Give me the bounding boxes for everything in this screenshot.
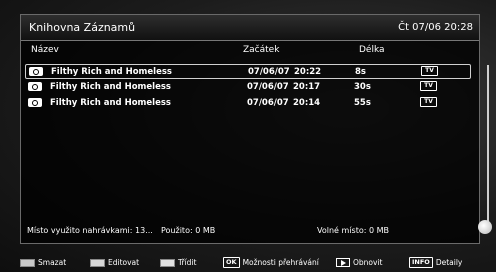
recording-row[interactable]: Filthy Rich and Homeless 07/06/07 20:17 … [25, 80, 471, 95]
edit-label: Editovat [108, 258, 140, 267]
refresh-label: Obnovit [353, 258, 383, 267]
eye-icon [29, 67, 43, 76]
date-time: Čt 07/06 20:28 [398, 22, 473, 33]
panel-title: Knihovna Záznamů [29, 21, 136, 34]
recording-row[interactable]: Filthy Rich and Homeless 07/06/07 20:14 … [25, 96, 471, 111]
column-header-length: Délka [359, 45, 385, 55]
white-key-icon [160, 258, 175, 267]
delete-label: Smazat [38, 258, 67, 267]
recording-date: 07/06/07 [247, 82, 289, 92]
details-button[interactable]: INFO Detaily [409, 257, 462, 268]
info-key-icon: INFO [409, 257, 433, 268]
ok-key-icon: OK [223, 257, 240, 268]
recording-name: Filthy Rich and Homeless [51, 67, 172, 77]
recording-name: Filthy Rich and Homeless [50, 98, 171, 108]
tv-badge: TV [420, 81, 437, 91]
recording-time: 20:22 [294, 67, 322, 77]
sort-button[interactable]: Třídit [160, 257, 196, 268]
title-bar: Knihovna Záznamů Čt 07/06 20:28 [21, 15, 479, 41]
column-header-name: Název [31, 45, 59, 55]
play-icon [336, 258, 350, 267]
delete-button[interactable]: Smazat [20, 257, 66, 268]
light-key-icon [90, 258, 105, 267]
refresh-button[interactable]: Obnovit [336, 257, 382, 268]
recordings-list: Filthy Rich and Homeless 07/06/07 20:22 … [25, 64, 471, 112]
column-header-start: Začátek [243, 45, 280, 55]
grey-key-icon [20, 258, 35, 267]
recording-date: 07/06/07 [247, 98, 289, 108]
eye-icon [28, 82, 42, 91]
recording-time: 20:17 [293, 82, 321, 92]
recording-time: 20:14 [293, 98, 321, 108]
sort-label: Třídit [178, 258, 197, 267]
space-used-text: Místo využito nahrávkami: 13... [27, 226, 153, 235]
playback-options-button[interactable]: OK Možnosti přehrávání [223, 257, 319, 268]
tv-badge: TV [421, 66, 438, 76]
details-label: Detaily [435, 258, 463, 267]
eye-icon [28, 98, 42, 107]
edit-button[interactable]: Editovat [90, 257, 139, 268]
recording-length: 55s [354, 98, 371, 108]
recording-length: 30s [354, 82, 371, 92]
free-space-text: Volné místo: 0 MB [317, 226, 389, 235]
used-text: Použito: 0 MB [161, 226, 216, 235]
playback-options-label: Možnosti přehrávání [242, 258, 319, 267]
recording-name: Filthy Rich and Homeless [50, 82, 171, 92]
recording-library-panel: Knihovna Záznamů Čt 07/06 20:28 Název Za… [20, 14, 489, 244]
recording-length: 8s [355, 67, 366, 77]
scroll-position-indicator [478, 220, 492, 234]
tv-badge: TV [420, 97, 437, 107]
recording-date: 07/06/07 [248, 67, 290, 77]
footer-legend: Smazat Editovat Třídit OK Možnosti přehr… [0, 253, 496, 272]
recording-row[interactable]: Filthy Rich and Homeless 07/06/07 20:22 … [25, 64, 471, 79]
scrollbar[interactable] [487, 65, 489, 223]
